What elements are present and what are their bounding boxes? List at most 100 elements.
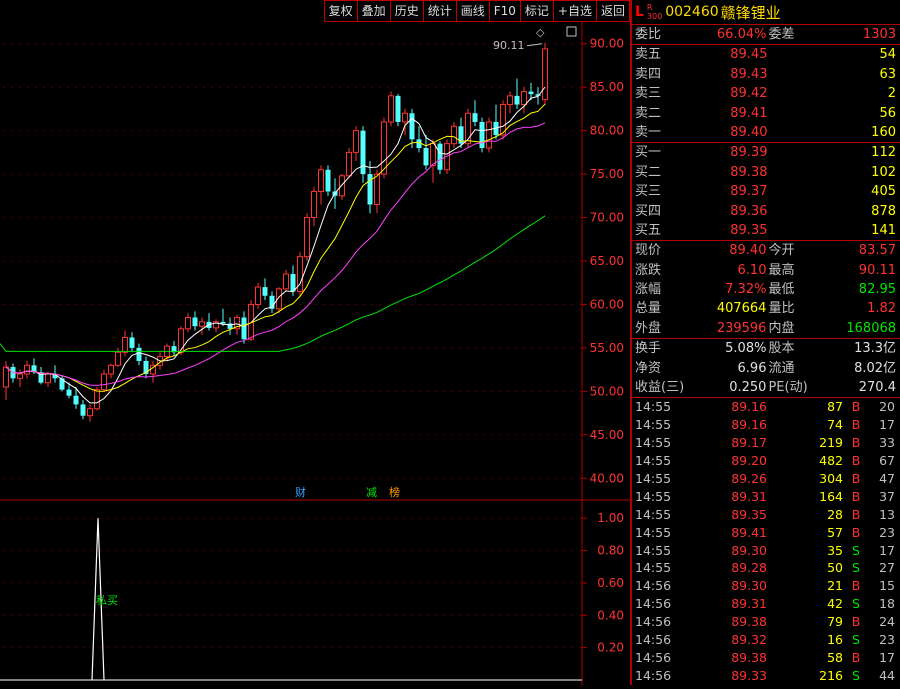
level-badge: L	[635, 4, 644, 20]
tick-price: 89.35	[731, 506, 767, 522]
tick-row: 14:55 89.30 35 S 17	[632, 542, 900, 560]
chart-toolbar: 复权 叠加 历史 统计 画线 F10 标记 +自选 返回	[323, 0, 630, 22]
tick-volume: 164	[819, 488, 843, 504]
tick-count: 24	[879, 614, 895, 630]
candle-up	[402, 112, 408, 123]
tick-time: 14:56	[635, 614, 672, 630]
toolbar-back-button[interactable]: 返回	[595, 0, 630, 22]
tick-row: 14:56 89.32 16 S 23	[632, 631, 900, 649]
candle-down	[325, 169, 331, 192]
y-tick-label: 45.00	[590, 428, 624, 442]
bid-row[interactable]: 买四 89.36 878	[632, 202, 900, 221]
tick-price: 89.28	[731, 560, 767, 576]
tick-time: 14:55	[635, 506, 672, 522]
tick-price: 89.32	[731, 632, 767, 647]
toolbar-mark-button[interactable]: 标记	[519, 0, 554, 22]
ask-row[interactable]: 卖二 89.41 56	[632, 104, 900, 123]
bid-row[interactable]: 买二 89.38 102	[632, 163, 900, 182]
sub-y-tick-label: 1.00	[597, 511, 624, 525]
toolbar-statistics-button[interactable]: 统计	[422, 0, 457, 22]
toolbar-draw-line-button[interactable]: 画线	[455, 0, 490, 22]
tick-row: 14:56 89.38 79 B 24	[632, 613, 900, 631]
weibi-value: 66.04%	[716, 27, 767, 42]
toolbar-history-button[interactable]: 历史	[389, 0, 424, 22]
tick-volume: 35	[827, 542, 843, 558]
toolbar-add-watchlist-button[interactable]: +自选	[552, 0, 597, 22]
tick-count: 15	[879, 578, 895, 594]
candle-up	[381, 121, 387, 175]
candle-up	[346, 151, 352, 177]
toolbar-overlay-button[interactable]: 叠加	[356, 0, 391, 22]
tick-volume: 216	[819, 667, 843, 683]
stock-header: L R 300 002460 赣锋锂业	[632, 0, 900, 25]
kline-chart-area[interactable]: 40.00 45.00 50.00 55.00 60.00 65.00 70.00 75.00…	[0, 0, 630, 685]
bid-row[interactable]: 买三 89.37 405	[632, 182, 900, 201]
candle-down	[409, 113, 415, 140]
tick-row: 14:55 89.16 74 B 17	[632, 416, 900, 434]
kline-svg[interactable]: 40.00 45.00 50.00 55.00 60.00 65.00 70.00 75.00…	[0, 0, 630, 685]
tick-count: 17	[879, 649, 895, 665]
tick-time: 14:55	[635, 453, 672, 469]
tick-volume: 304	[819, 470, 843, 486]
candle-up	[353, 130, 359, 153]
candle-up	[521, 91, 527, 106]
bid-row[interactable]: 买一 89.39 112	[632, 143, 900, 162]
toolbar-f10-button[interactable]: F10	[488, 0, 521, 22]
candle-down	[192, 317, 198, 327]
tick-list[interactable]: 14:55 89.16 87 B 20 14:55 89.16 74 B 17 14:55 89.17…	[632, 398, 900, 684]
tick-volume: 28	[827, 506, 843, 522]
tick-side: B	[851, 435, 861, 451]
market-badge: R 300	[646, 3, 663, 21]
ask-row[interactable]: 卖三 89.42 2	[632, 84, 900, 103]
candle-up	[255, 286, 261, 305]
candle-down	[66, 389, 72, 396]
ask-row[interactable]: 卖五 89.45 54	[632, 45, 900, 64]
tick-volume: 50	[827, 560, 843, 576]
candle-up	[108, 364, 114, 375]
tick-count: 33	[879, 435, 895, 451]
tick-price: 89.20	[731, 453, 767, 469]
tick-price: 89.17	[731, 435, 767, 451]
tick-price: 89.41	[731, 524, 767, 540]
ask-book: 卖五 89.45 54 卖四 89.43 63 卖三 89.42 2 卖二 89.41 56 卖…	[632, 45, 900, 144]
ask-row[interactable]: 卖一 89.40 160	[632, 123, 900, 142]
ma5-line	[5, 86, 546, 404]
tick-volume: 482	[819, 453, 843, 469]
candle-up	[451, 125, 457, 145]
candle-up	[101, 373, 107, 391]
toolbar-restore-rights-button[interactable]: 复权	[323, 0, 358, 22]
tick-time: 14:55	[635, 542, 672, 558]
tick-side: B	[851, 417, 861, 433]
y-tick-label: 55.00	[590, 341, 624, 355]
tick-time: 14:55	[635, 399, 672, 415]
tick-row: 14:55 89.31 164 B 37	[632, 488, 900, 506]
tick-volume: 79	[827, 614, 843, 630]
stock-code: 002460	[665, 4, 719, 20]
tick-volume: 21	[827, 578, 843, 594]
candle-down	[395, 95, 401, 122]
tick-count: 17	[879, 542, 895, 558]
tick-side: B	[851, 488, 861, 504]
quote-row: 涨跌 6.10 最高 90.11	[635, 262, 897, 278]
ma20-line	[5, 122, 546, 386]
bid-row[interactable]: 买五 89.35 141	[632, 221, 900, 240]
candle-down	[220, 321, 226, 324]
candle-up	[199, 321, 205, 327]
candle-up	[339, 175, 345, 197]
fundamental-row: 净资 6.96 流通 8.02亿	[635, 360, 897, 376]
ask-row[interactable]: 卖四 89.43 63	[632, 65, 900, 84]
tick-price: 89.31	[731, 488, 767, 504]
tick-count: 27	[879, 560, 895, 576]
tick-time: 14:55	[635, 524, 672, 540]
tick-side: S	[852, 596, 860, 612]
candle-up	[507, 95, 513, 106]
tick-row: 14:55 89.17 219 B 33	[632, 434, 900, 452]
tick-row: 14:55 89.16 87 B 20	[632, 398, 900, 416]
tick-price: 89.30	[731, 578, 767, 594]
ma60-line	[0, 215, 546, 352]
tick-volume: 57	[827, 524, 843, 540]
tick-price: 89.31	[731, 596, 767, 612]
fundamentals: 换手 5.08% 股本 13.3亿 净资 6.96 流通 8.02亿 收益(三) 0.250 P…	[632, 339, 900, 399]
tick-volume: 74	[827, 417, 843, 433]
candle-up	[542, 48, 548, 101]
